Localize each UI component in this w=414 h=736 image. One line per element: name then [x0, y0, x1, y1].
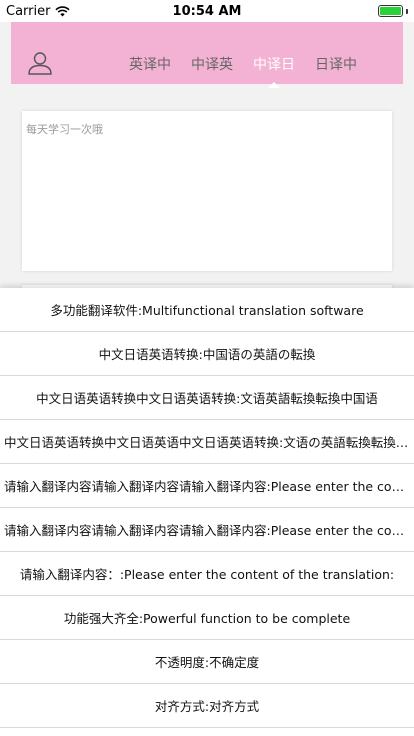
- list-item[interactable]: 中文日语英语转换中文日语英语中文日语英语转换:文语の英語転換転換中国语: [0, 420, 414, 464]
- list-item[interactable]: 功能强大齐全:Powerful function to be complete: [0, 596, 414, 640]
- list-item[interactable]: 请输入翻译内容请输入翻译内容请输入翻译内容:Please enter the c…: [0, 508, 414, 552]
- app-header: 英译中 中译英 中译日 日译中: [11, 22, 403, 88]
- list-item[interactable]: 中文日语英语转换:中国语の英語の転換: [0, 332, 414, 376]
- user-avatar-icon[interactable]: [27, 50, 53, 76]
- wifi-icon: [55, 5, 71, 16]
- phrase-list: 多功能翻译软件:Multifunctional translation soft…: [0, 288, 414, 736]
- tab-zh-to-ja[interactable]: 中译日: [253, 54, 295, 88]
- battery-icon: [378, 5, 403, 17]
- list-item-text: 多功能翻译软件:Multifunctional translation soft…: [50, 303, 364, 318]
- status-bar: Carrier 10:54 AM: [0, 0, 414, 22]
- battery-fill: [380, 7, 401, 15]
- battery-tip: [406, 8, 408, 14]
- language-tabs: 英译中 中译英 中译日 日译中: [129, 54, 357, 88]
- tab-label: 中译英: [191, 57, 233, 73]
- list-item[interactable]: 对齐方式:对齐方式: [0, 684, 414, 728]
- list-item-text: 中文日语英语转换中文日语英语中文日语英语转换:文语の英語転換転換中国语: [4, 435, 410, 450]
- list-item-text: 不透明度:不确定度: [154, 655, 260, 670]
- list-item-text: 请输入翻译内容请输入翻译内容请输入翻译内容:Please enter the c…: [4, 479, 410, 494]
- list-item-text: 请输入翻译内容：:Please enter the content of the…: [19, 567, 395, 582]
- translation-input[interactable]: [22, 111, 392, 271]
- tab-zh-to-en[interactable]: 中译英: [191, 54, 233, 74]
- list-item[interactable]: 多功能翻译软件:Multifunctional translation soft…: [0, 288, 414, 332]
- translation-input-card: [22, 111, 392, 271]
- list-item-text: 功能强大齐全:Powerful function to be complete: [63, 611, 351, 626]
- list-item-text: 中文日语英语转换:中国语の英語の転換: [98, 347, 316, 362]
- list-item-text: 对齐方式:对齐方式: [154, 699, 260, 714]
- list-item[interactable]: 请输入翻译内容：:Please enter the content of the…: [0, 552, 414, 596]
- active-tab-indicator: [268, 82, 280, 88]
- tab-en-to-zh[interactable]: 英译中: [129, 54, 171, 74]
- list-item[interactable]: 不透明度:不确定度: [0, 640, 414, 684]
- list-item[interactable]: 请输入翻译内容请输入翻译内容请输入翻译内容:Please enter the c…: [0, 464, 414, 508]
- list-item-text: 请输入翻译内容请输入翻译内容请输入翻译内容:Please enter the c…: [4, 523, 410, 538]
- tab-ja-to-zh[interactable]: 日译中: [315, 54, 357, 74]
- tab-label: 英译中: [129, 57, 171, 73]
- battery-indicator: [378, 5, 408, 17]
- tab-label: 中译日: [253, 57, 295, 73]
- status-left: Carrier: [6, 3, 71, 19]
- tab-label: 日译中: [315, 57, 357, 73]
- list-item[interactable]: 中文日语英语转换中文日语英语转换:文语英語転換転換中国语: [0, 376, 414, 420]
- carrier-label: Carrier: [6, 3, 51, 19]
- list-item-text: 中文日语英语转换中文日语英语转换:文语英語転換転換中国语: [36, 391, 378, 406]
